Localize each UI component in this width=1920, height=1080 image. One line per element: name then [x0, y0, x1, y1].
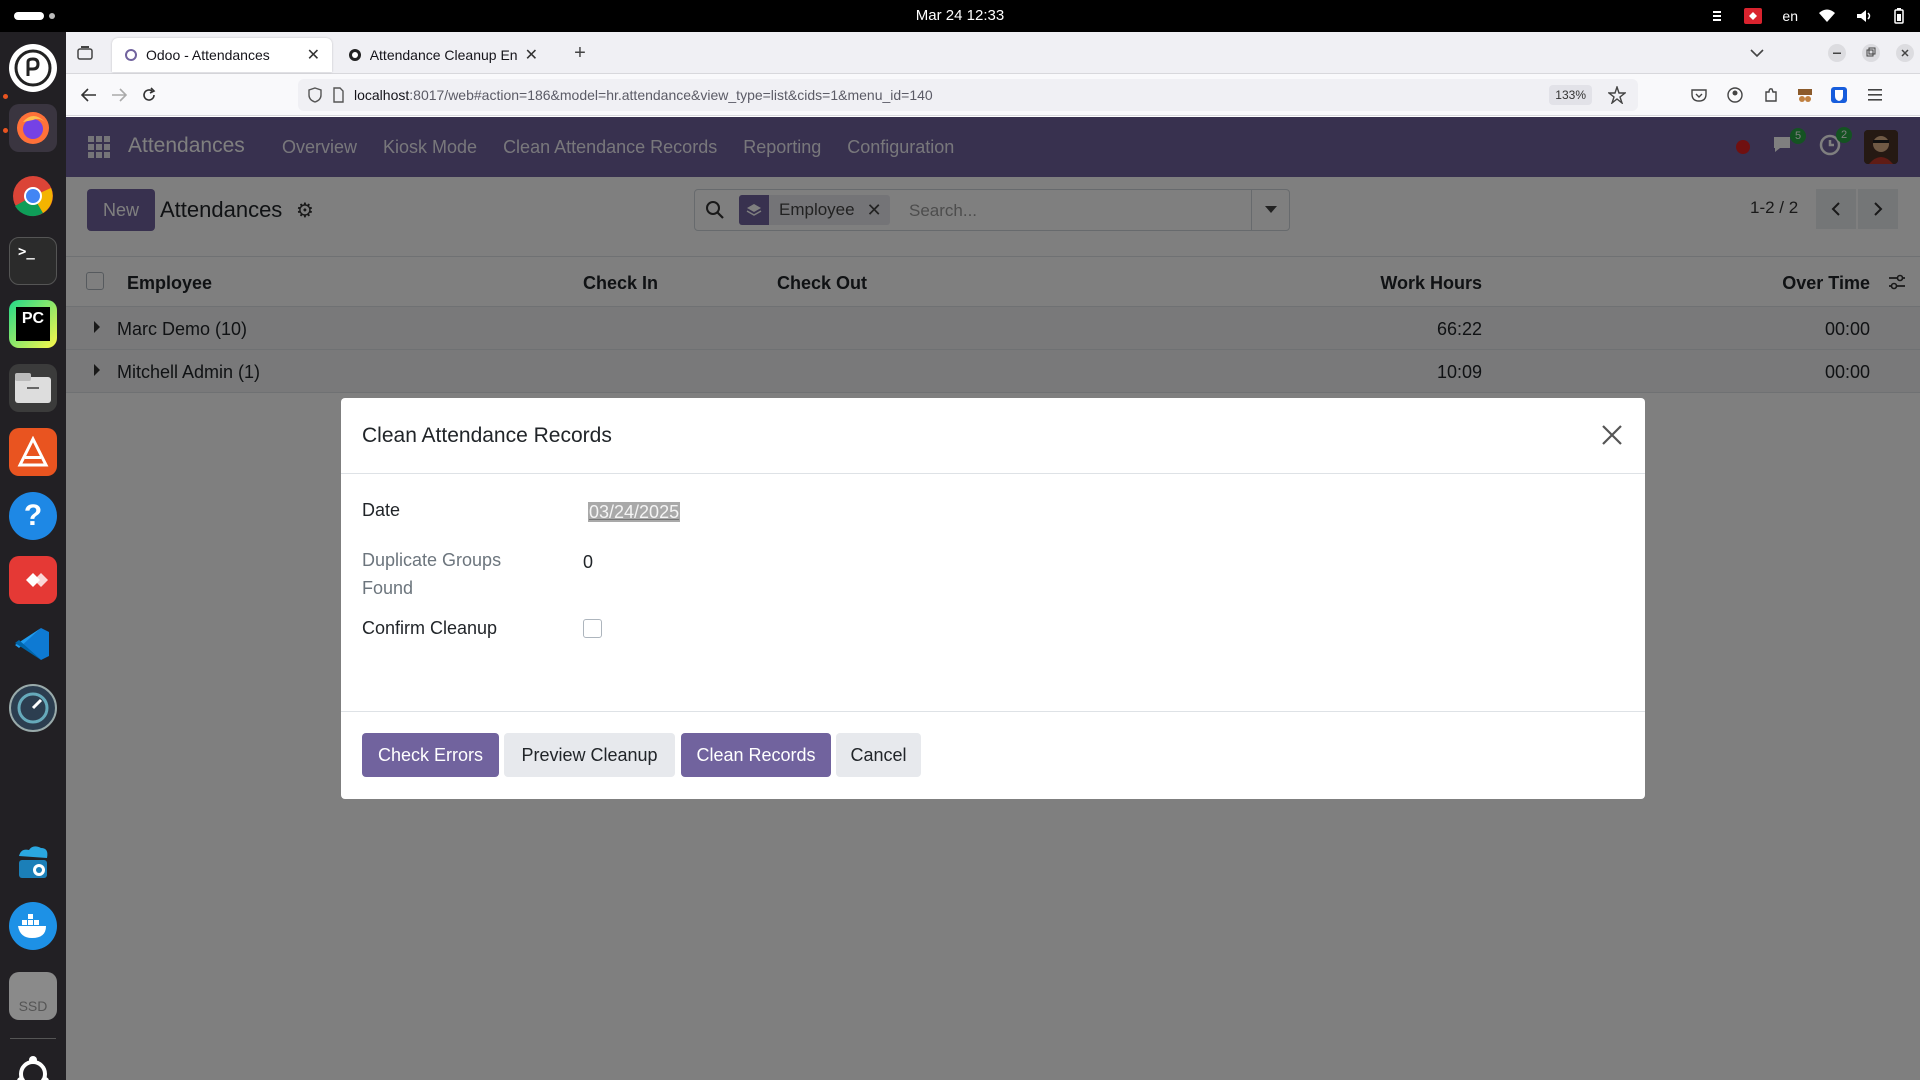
tab-label: Attendance Cleanup Enh: [369, 47, 517, 63]
running-indicator: [3, 94, 8, 99]
incognito-extension-icon[interactable]: [1794, 84, 1816, 106]
wifi-icon[interactable]: [1818, 9, 1836, 23]
app-center-icon[interactable]: [9, 428, 57, 476]
pocket-icon[interactable]: [1688, 84, 1710, 106]
language-indicator[interactable]: en: [1782, 8, 1798, 24]
dialog-footer: Check Errors Preview Cleanup Clean Recor…: [341, 711, 1645, 799]
browser-tab-strip: Odoo - Attendances ✕ Attendance Cleanup …: [66, 32, 1920, 74]
files-app-icon[interactable]: [9, 364, 57, 412]
confirm-cleanup-label: Confirm Cleanup: [362, 618, 498, 638]
bookmark-star-icon[interactable]: [1607, 84, 1627, 109]
anydesk-app-icon[interactable]: [9, 556, 57, 604]
battery-icon[interactable]: [1894, 8, 1904, 24]
check-errors-button[interactable]: Check Errors: [362, 733, 499, 777]
firefox-app-icon[interactable]: [9, 104, 57, 152]
ubuntu-dock: >_ PC ? SSD: [0, 32, 66, 1080]
screen-share-icon[interactable]: [1744, 8, 1763, 24]
tracking-shield-icon[interactable]: [308, 87, 322, 108]
tab-attendance-cleanup[interactable]: Attendance Cleanup Enh ✕: [336, 38, 550, 72]
zoom-level[interactable]: 133%: [1549, 85, 1592, 105]
date-field[interactable]: 03/24/2025: [588, 502, 681, 523]
browser-nav-bar: localhost:8017/web#action=186&model=hr.a…: [66, 74, 1920, 116]
docker-app-icon[interactable]: [9, 902, 57, 950]
confirm-cleanup-checkbox[interactable]: [583, 619, 602, 638]
url-text[interactable]: localhost:8017/web#action=186&model=hr.a…: [354, 87, 933, 103]
terminal-app-icon[interactable]: >_: [9, 237, 57, 285]
list-all-tabs-icon[interactable]: [1746, 42, 1768, 64]
show-apps-icon[interactable]: [9, 1050, 57, 1080]
signal-app-icon[interactable]: [9, 44, 57, 92]
ssd-drive-icon[interactable]: SSD: [9, 972, 57, 1020]
app-menu-icon[interactable]: [1864, 84, 1886, 106]
new-tab-button[interactable]: +: [569, 42, 591, 64]
notes-icon[interactable]: [1712, 9, 1724, 23]
url-bar[interactable]: localhost:8017/web#action=186&model=hr.a…: [298, 79, 1638, 111]
clean-attendance-dialog: Clean Attendance Records Date 03/24/2025…: [341, 398, 1645, 799]
system-tray: en: [1712, 6, 1904, 26]
remote-desktop-app-icon[interactable]: [9, 838, 57, 886]
restore-window-icon[interactable]: [1860, 42, 1882, 64]
system-clock[interactable]: Mar 24 12:33: [0, 7, 1920, 24]
pycharm-app-icon[interactable]: PC: [9, 300, 57, 348]
back-arrow-icon[interactable]: [78, 84, 100, 106]
github-favicon-icon: [349, 49, 361, 61]
volume-icon[interactable]: [1856, 9, 1874, 23]
account-icon[interactable]: [1724, 84, 1746, 106]
help-app-icon[interactable]: ?: [9, 492, 57, 540]
preview-cleanup-button[interactable]: Preview Cleanup: [504, 733, 675, 777]
stacer-app-icon[interactable]: [9, 684, 57, 732]
duplicate-groups-label: Duplicate Groups Found: [362, 550, 502, 598]
running-indicator: [3, 128, 8, 133]
minimize-window-icon[interactable]: [1826, 42, 1848, 64]
duplicate-groups-value: 0: [583, 552, 594, 572]
chrome-app-icon[interactable]: [9, 172, 57, 220]
dialog-title: Clean Attendance Records: [362, 424, 612, 447]
page-info-icon[interactable]: [332, 87, 344, 108]
vscode-app-icon[interactable]: [9, 620, 57, 668]
close-window-icon[interactable]: [1894, 42, 1916, 64]
date-value[interactable]: 03/24/2025: [588, 502, 681, 522]
tab-close-icon[interactable]: ✕: [307, 45, 320, 65]
odoo-favicon-icon: [125, 49, 137, 61]
date-label: Date: [362, 500, 401, 520]
forward-arrow-icon[interactable]: [108, 84, 130, 106]
cancel-button[interactable]: Cancel: [836, 733, 921, 777]
extensions-icon[interactable]: [1760, 84, 1782, 106]
system-top-bar: Mar 24 12:33 en: [0, 0, 1920, 32]
clean-records-button[interactable]: Clean Records: [681, 733, 831, 777]
tab-overview-icon[interactable]: [74, 42, 96, 64]
tab-close-icon[interactable]: ✕: [525, 45, 538, 65]
dock-separator: [10, 1038, 56, 1039]
reload-icon[interactable]: [138, 84, 160, 106]
bitwarden-icon[interactable]: [1828, 84, 1850, 106]
tab-odoo-attendances[interactable]: Odoo - Attendances ✕: [112, 38, 332, 72]
tab-label: Odoo - Attendances: [146, 47, 270, 63]
dialog-header: Clean Attendance Records: [341, 398, 1645, 474]
close-icon[interactable]: [1599, 422, 1625, 448]
